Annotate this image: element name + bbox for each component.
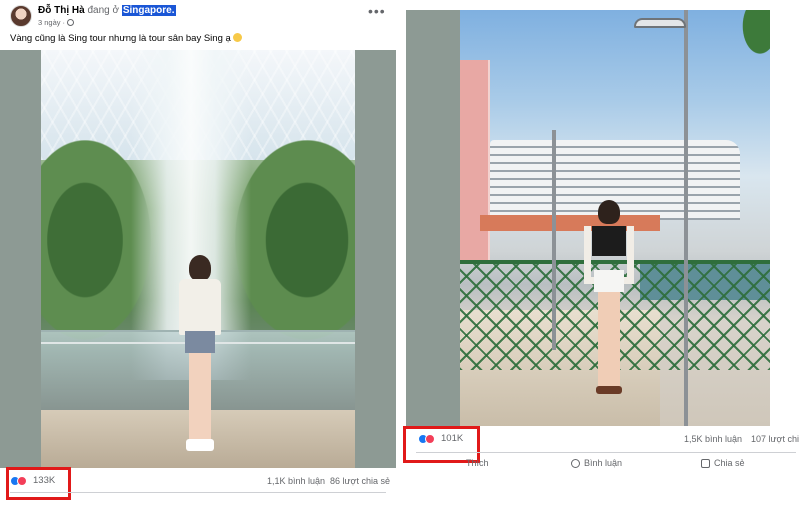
right-post: 101K 1,5K bình luận 107 lượt chi Thích B… xyxy=(403,0,800,524)
palm-tree xyxy=(720,10,770,90)
comment-count[interactable]: 1,1K bình luận xyxy=(267,476,325,486)
comment-icon xyxy=(571,458,580,468)
photo-scene xyxy=(460,10,770,426)
lamp-head xyxy=(634,18,686,28)
post-time[interactable]: 3 ngày xyxy=(38,18,61,27)
comment-count[interactable]: 1,5K bình luận xyxy=(684,434,742,444)
like-button[interactable]: Thích xyxy=(466,458,489,468)
share-count[interactable]: 86 lượt chia sẻ xyxy=(330,476,390,486)
author-line: Đỗ Thị Hà đang ở Singapore. xyxy=(38,5,176,16)
share-icon xyxy=(701,458,710,468)
post-photo[interactable] xyxy=(406,10,770,426)
left-post: Đỗ Thị Hà đang ở Singapore. 3 ngày · •••… xyxy=(0,0,396,524)
emoji-icon xyxy=(233,33,243,42)
post-caption: Vàng cũng là Sing tour nhưng là tour sân… xyxy=(10,33,243,44)
author-action: đang ở xyxy=(84,5,122,16)
photo-scene xyxy=(41,50,355,468)
share-label: Chia sẻ xyxy=(714,458,745,468)
comment-button[interactable]: Bình luận xyxy=(571,458,622,468)
post-photo[interactable] xyxy=(0,50,396,468)
comment-label: Bình luận xyxy=(584,458,623,468)
lamp-post xyxy=(684,10,688,426)
person xyxy=(582,200,638,400)
globe-icon xyxy=(67,19,75,26)
share-button[interactable]: Chia sẻ xyxy=(701,458,745,468)
share-count[interactable]: 107 lượt chi xyxy=(751,434,799,444)
person xyxy=(173,255,227,455)
like-label: Thích xyxy=(466,458,489,468)
caption-text: Vàng cũng là Sing tour nhưng là tour sân… xyxy=(10,33,231,44)
divider xyxy=(416,452,796,453)
author-name[interactable]: Đỗ Thị Hà xyxy=(38,5,85,16)
location-link[interactable]: Singapore. xyxy=(121,5,176,16)
lamp-post xyxy=(552,130,556,350)
more-icon[interactable]: ••• xyxy=(368,4,386,18)
divider xyxy=(10,492,386,493)
post-meta: 3 ngày · xyxy=(38,18,75,27)
action-row: Thích Bình luận Chia sẻ xyxy=(406,458,800,468)
author-avatar[interactable] xyxy=(10,5,32,27)
trees-right xyxy=(235,140,355,340)
highlight-box xyxy=(6,467,71,500)
